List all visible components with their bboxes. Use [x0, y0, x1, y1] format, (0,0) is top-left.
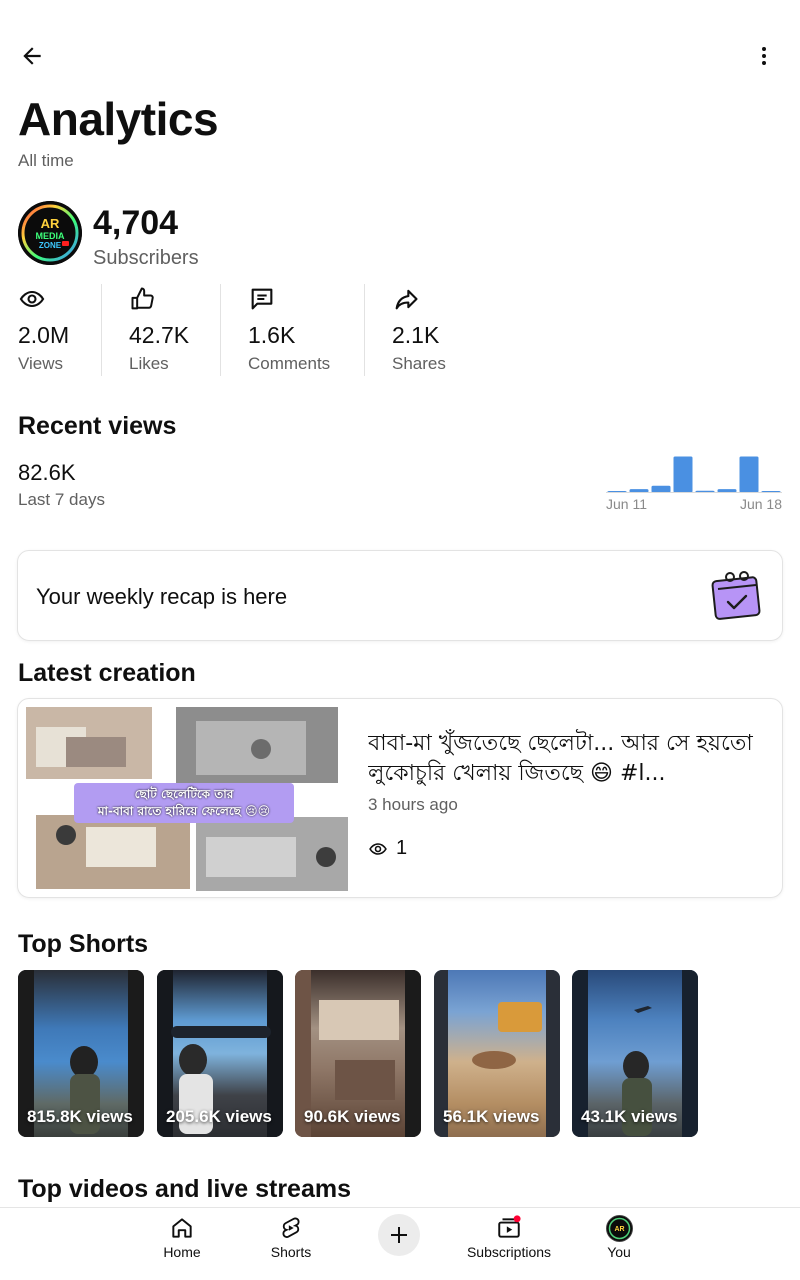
- plus-icon: [391, 1227, 407, 1243]
- recap-text: Your weekly recap is here: [36, 584, 288, 609]
- recent-views-value: 82.6K: [18, 460, 76, 485]
- short-item[interactable]: 205.6K views: [157, 970, 283, 1137]
- chart-bar: [629, 489, 649, 493]
- back-button[interactable]: [14, 38, 50, 74]
- latest-creation-title: Latest creation: [18, 659, 196, 687]
- short-views: 90.6K views: [304, 1107, 401, 1126]
- stat-value: 42.7K: [129, 322, 190, 348]
- divider: [101, 284, 102, 376]
- recent-views-chart[interactable]: Jun 11 Jun 18: [606, 452, 782, 514]
- stat-label: Likes: [129, 354, 169, 373]
- chart-bar: [673, 456, 693, 493]
- profile-avatar-icon: AR: [605, 1214, 633, 1242]
- subscriptions-icon: [495, 1214, 523, 1242]
- page-title: Analytics: [18, 93, 219, 145]
- svg-text:AR: AR: [614, 1226, 624, 1233]
- stat-label: Shares: [392, 354, 446, 373]
- thumbs-up-icon: [131, 287, 154, 310]
- stat-value: 1.6K: [248, 322, 296, 348]
- short-views: 205.6K views: [166, 1107, 272, 1126]
- short-item[interactable]: 815.8K views: [18, 970, 144, 1137]
- nav-home[interactable]: Home: [148, 1208, 216, 1280]
- chart-x-start-label: Jun 11: [606, 496, 647, 512]
- chart-bar: [651, 485, 671, 493]
- short-views: 43.1K views: [581, 1107, 678, 1126]
- divider: [364, 284, 365, 376]
- video-thumbnail[interactable]: ছোট ছেলেটিকে তার মা-বাবা রাতে হারিয়ে ফে…: [26, 707, 348, 891]
- short-item[interactable]: 43.1K views: [572, 970, 698, 1137]
- weekly-recap-card[interactable]: Your weekly recap is here: [17, 550, 783, 641]
- channel-summary: AR MEDIA ZONE 4,704 Subscribers: [18, 200, 418, 270]
- stat-label: Views: [18, 354, 64, 373]
- chart-x-end-label: Jun 18: [740, 496, 782, 512]
- video-publish-time: 3 hours ago: [368, 795, 458, 814]
- thumbnail-caption-line2: মা-বাবা রাতে হারিয়ে ফেলেছে 😢😢: [97, 804, 271, 818]
- comment-icon: [251, 288, 273, 310]
- more-options-button[interactable]: [746, 38, 782, 74]
- nav-label: Subscriptions: [466, 1244, 552, 1260]
- nav-label: Home: [163, 1244, 201, 1260]
- nav-label: Shorts: [270, 1244, 312, 1260]
- video-title[interactable]: বাবা-মা খুঁজতেছে ছেলেটা... আর সে হয়তো ল…: [368, 729, 768, 789]
- subscriber-label: Subscribers: [93, 247, 199, 269]
- short-item[interactable]: 56.1K views: [434, 970, 560, 1137]
- stats-row: 2.0M Views 42.7K Likes 1.6K Comments 2.1…: [0, 282, 800, 378]
- channel-avatar: AR MEDIA ZONE: [18, 201, 82, 265]
- svg-text:MEDIA: MEDIA: [36, 231, 66, 241]
- eye-icon: [369, 842, 387, 855]
- nav-label: You: [607, 1244, 631, 1260]
- subscriber-count: 4,704: [93, 204, 179, 242]
- stat-value: 2.0M: [18, 322, 70, 348]
- nav-subscriptions[interactable]: Subscriptions: [462, 1208, 556, 1280]
- nav-shorts[interactable]: Shorts: [256, 1208, 326, 1280]
- stat-value: 2.1K: [392, 322, 440, 348]
- share-icon: [395, 289, 418, 310]
- chart-bar: [717, 489, 737, 493]
- recap-calendar-icon: [711, 571, 761, 620]
- svg-text:ZONE: ZONE: [39, 241, 62, 250]
- time-range-label[interactable]: All time: [18, 151, 74, 171]
- view-count-value: 1: [396, 837, 408, 859]
- latest-creation-card[interactable]: ছোট ছেলেটিকে তার মা-বাবা রাতে হারিয়ে ফে…: [17, 698, 783, 898]
- top-videos-title: Top videos and live streams: [18, 1175, 351, 1203]
- recent-views-period: Last 7 days: [18, 490, 105, 509]
- shorts-icon: [277, 1214, 305, 1242]
- chart-bar: [739, 456, 759, 493]
- top-shorts-list: 815.8K views 205.6K views 90.6K views 56…: [18, 970, 800, 1138]
- short-item[interactable]: 90.6K views: [295, 970, 421, 1137]
- svg-text:AR: AR: [41, 216, 60, 231]
- more-vert-icon: [762, 47, 766, 65]
- short-views: 56.1K views: [443, 1107, 540, 1126]
- divider: [220, 284, 221, 376]
- create-button[interactable]: [378, 1214, 420, 1256]
- home-icon: [168, 1214, 196, 1242]
- nav-you[interactable]: AR You: [598, 1208, 640, 1280]
- short-views: 815.8K views: [27, 1107, 133, 1126]
- recent-views-title: Recent views: [18, 412, 177, 440]
- video-view-count: 1: [368, 837, 407, 860]
- back-arrow-icon: [23, 47, 41, 65]
- eye-icon: [19, 290, 45, 308]
- stat-label: Comments: [248, 354, 331, 373]
- top-shorts-title: Top Shorts: [18, 930, 149, 958]
